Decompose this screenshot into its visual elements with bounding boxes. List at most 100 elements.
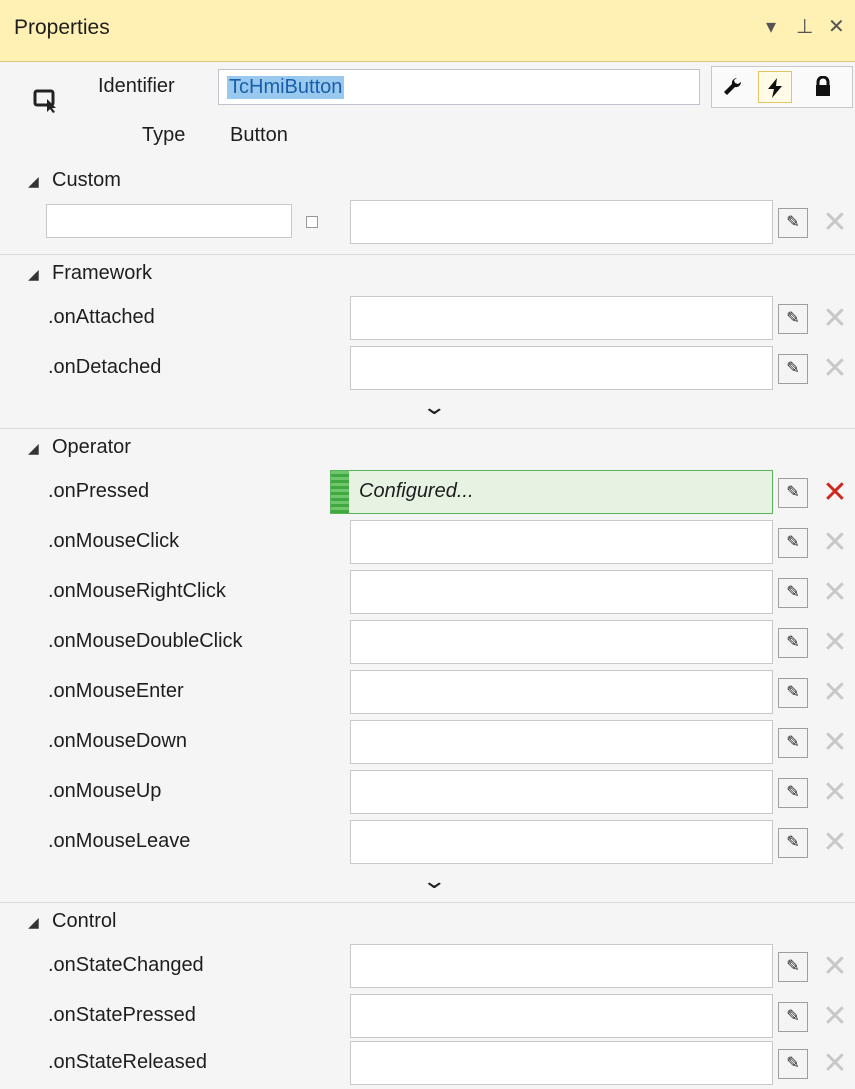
- event-row-onmousedoubleclick: .onMouseDoubleClick ✎ ✕: [0, 618, 855, 668]
- section-title: Custom: [52, 169, 121, 191]
- section-custom[interactable]: ◢ Custom: [0, 163, 855, 203]
- drag-grip[interactable]: [331, 471, 349, 513]
- edit-button[interactable]: ✎: [778, 478, 808, 508]
- identifier-label: Identifier: [98, 75, 175, 97]
- delete-x-icon: ✕: [822, 726, 848, 759]
- event-row-onmouserightclick: .onMouseRightClick ✎ ✕: [0, 568, 855, 618]
- edit-button[interactable]: ✎: [778, 578, 808, 608]
- edit-button[interactable]: ✎: [778, 952, 808, 982]
- identifier-value: TcHmiButton: [227, 76, 345, 99]
- control-selection-icon: [33, 89, 56, 113]
- custom-event-checkbox[interactable]: [306, 216, 318, 228]
- delete-button[interactable]: ✕: [818, 476, 852, 510]
- event-value-field[interactable]: [350, 820, 773, 864]
- event-value-field[interactable]: [350, 346, 773, 390]
- pencil-icon: ✎: [786, 684, 800, 701]
- pencil-icon: ✎: [786, 834, 800, 851]
- delete-x-icon: ✕: [822, 1047, 848, 1080]
- delete-x-icon: ✕: [822, 206, 848, 239]
- section-title: Operator: [52, 436, 131, 458]
- close-icon[interactable]: ✕: [828, 14, 845, 39]
- panel-menu-dropdown-icon[interactable]: ▾: [766, 14, 776, 39]
- custom-event-value-field[interactable]: [350, 200, 773, 244]
- expand-more-chevron-icon[interactable]: ⌄: [421, 394, 447, 420]
- event-value-field[interactable]: [350, 944, 773, 988]
- identifier-input[interactable]: TcHmiButton: [218, 69, 700, 105]
- section-operator[interactable]: ◢ Operator: [0, 430, 855, 470]
- section-title: Framework: [52, 262, 153, 284]
- event-value-field[interactable]: [350, 520, 773, 564]
- event-row-onmouseclick: .onMouseClick ✎ ✕: [0, 518, 855, 568]
- event-value-field[interactable]: [350, 670, 773, 714]
- lightning-icon: [768, 78, 782, 98]
- edit-button[interactable]: ✎: [778, 778, 808, 808]
- edit-button[interactable]: ✎: [778, 528, 808, 558]
- delete-x-icon: ✕: [822, 676, 848, 709]
- delete-button: ✕: [818, 1047, 852, 1081]
- event-row-onstatepressed: .onStatePressed ✎ ✕: [0, 992, 855, 1042]
- event-name: .onMouseUp: [48, 780, 162, 802]
- pencil-icon: ✎: [786, 734, 800, 751]
- delete-button: ✕: [818, 1000, 852, 1034]
- edit-button[interactable]: ✎: [778, 728, 808, 758]
- delete-x-icon: ✕: [822, 1000, 848, 1033]
- delete-x-icon: ✕: [822, 476, 848, 509]
- edit-button[interactable]: ✎: [778, 1049, 808, 1079]
- event-value-field[interactable]: [350, 620, 773, 664]
- delete-x-icon: ✕: [822, 626, 848, 659]
- delete-button: ✕: [818, 776, 852, 810]
- event-name: .onMouseDown: [48, 730, 187, 752]
- expand-more-chevron-icon[interactable]: ⌄: [421, 868, 447, 894]
- event-value-field[interactable]: [350, 770, 773, 814]
- collapse-triangle-icon[interactable]: ◢: [28, 440, 39, 457]
- type-label: Type: [142, 124, 186, 146]
- events-view-button[interactable]: [758, 71, 792, 103]
- properties-view-button[interactable]: [716, 71, 750, 103]
- delete-x-icon: ✕: [822, 302, 848, 335]
- event-name: .onMouseDoubleClick: [48, 630, 243, 652]
- lock-button[interactable]: [806, 71, 840, 103]
- section-divider: [0, 254, 855, 255]
- collapse-triangle-icon[interactable]: ◢: [28, 173, 39, 190]
- pin-icon[interactable]: ⊥: [796, 14, 813, 39]
- delete-button: ✕: [818, 206, 852, 240]
- section-control[interactable]: ◢ Control: [0, 904, 855, 944]
- event-row-onattached: .onAttached ✎ ✕: [0, 294, 855, 344]
- event-name: .onPressed: [48, 480, 150, 502]
- type-value: Button: [230, 124, 288, 146]
- event-value-field[interactable]: [350, 570, 773, 614]
- event-value-field[interactable]: [350, 720, 773, 764]
- pencil-icon: ✎: [786, 1008, 800, 1025]
- edit-button[interactable]: ✎: [778, 828, 808, 858]
- event-row-onstatereleased: .onStateReleased ✎ ✕: [0, 1039, 855, 1089]
- event-name: .onStateChanged: [48, 954, 204, 976]
- event-value-field[interactable]: [350, 296, 773, 340]
- event-name: .onStateReleased: [48, 1051, 208, 1073]
- section-framework[interactable]: ◢ Framework: [0, 256, 855, 296]
- edit-button[interactable]: ✎: [778, 1002, 808, 1032]
- collapse-triangle-icon[interactable]: ◢: [28, 266, 39, 283]
- wrench-icon: [724, 77, 742, 95]
- delete-x-icon: ✕: [822, 576, 848, 609]
- edit-button[interactable]: ✎: [778, 304, 808, 334]
- edit-button[interactable]: ✎: [778, 628, 808, 658]
- event-name: .onAttached: [48, 306, 155, 328]
- edit-button[interactable]: ✎: [778, 678, 808, 708]
- edit-button[interactable]: ✎: [778, 354, 808, 384]
- delete-button: ✕: [818, 626, 852, 660]
- event-value-field-configured[interactable]: Configured...: [330, 470, 773, 514]
- pencil-icon: ✎: [786, 584, 800, 601]
- delete-button: ✕: [818, 676, 852, 710]
- event-value-field[interactable]: [350, 1041, 773, 1085]
- pencil-icon: ✎: [786, 310, 800, 327]
- event-value-field[interactable]: [350, 994, 773, 1038]
- edit-button[interactable]: ✎: [778, 208, 808, 238]
- lock-icon: [816, 75, 830, 96]
- delete-button: ✕: [818, 352, 852, 386]
- custom-event-name-input[interactable]: [46, 204, 292, 238]
- event-row-onpressed: .onPressed Configured... ✎ ✕: [0, 468, 855, 518]
- event-name: .onMouseEnter: [48, 680, 184, 702]
- delete-x-icon: ✕: [822, 950, 848, 983]
- collapse-triangle-icon[interactable]: ◢: [28, 914, 39, 931]
- properties-panel-titlebar: Properties ▾ ⊥ ✕: [0, 0, 855, 62]
